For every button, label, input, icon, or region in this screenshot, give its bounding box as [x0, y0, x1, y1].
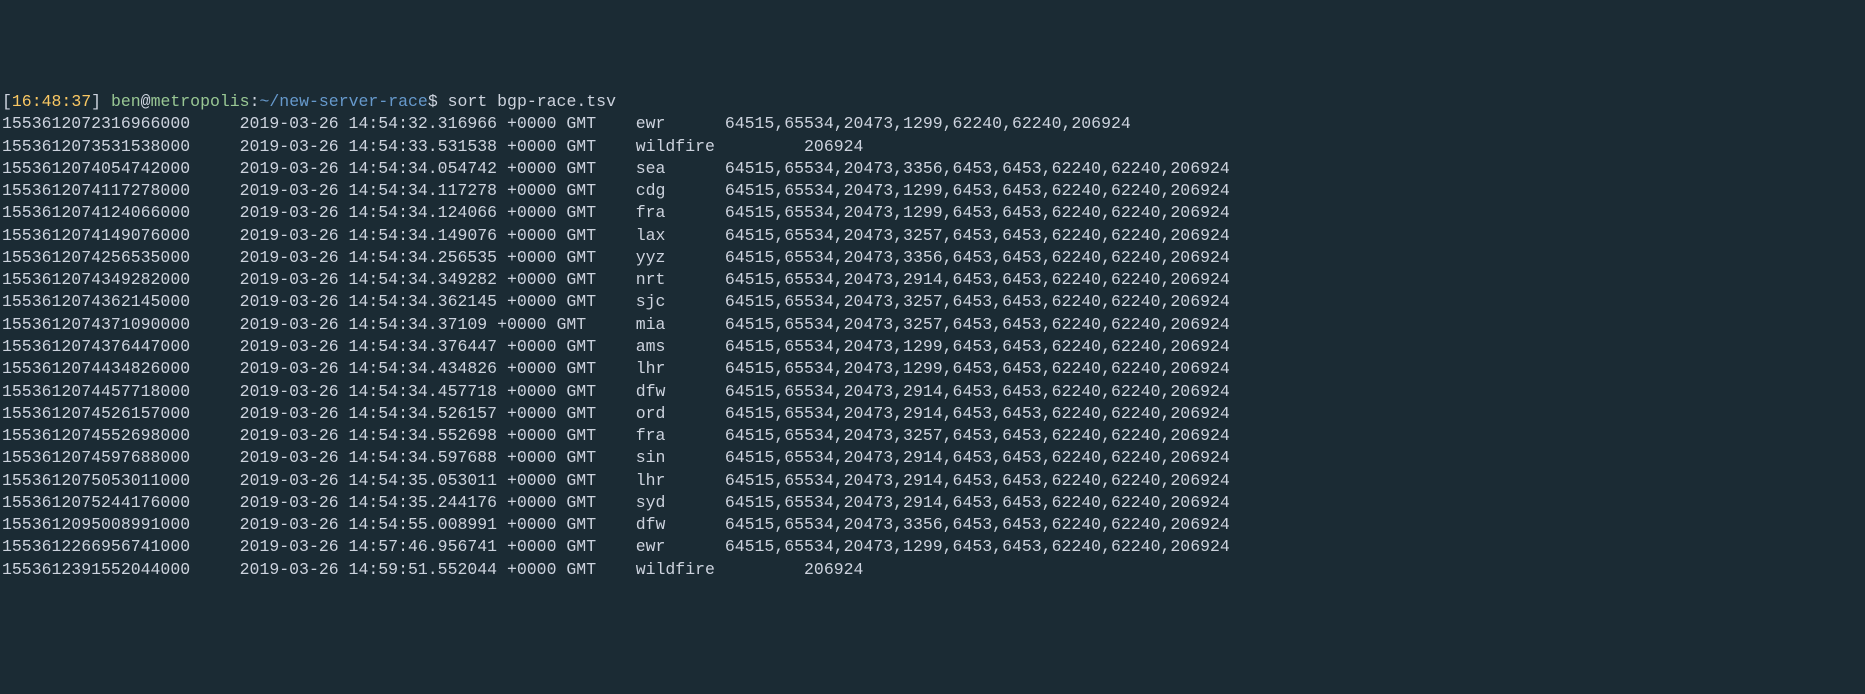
prompt-at: @: [141, 92, 151, 111]
table-row: 1553612074149076000 2019-03-26 14:54:34.…: [2, 226, 1230, 245]
table-row: 1553612074054742000 2019-03-26 14:54:34.…: [2, 159, 1230, 178]
table-row: 1553612074124066000 2019-03-26 14:54:34.…: [2, 203, 1230, 222]
table-row: 1553612074376447000 2019-03-26 14:54:34.…: [2, 337, 1230, 356]
table-row: 1553612074256535000 2019-03-26 14:54:34.…: [2, 248, 1230, 267]
bracket-close: ]: [91, 92, 111, 111]
table-row: 1553612074349282000 2019-03-26 14:54:34.…: [2, 270, 1230, 289]
table-row: 1553612074457718000 2019-03-26 14:54:34.…: [2, 382, 1230, 401]
table-row: 1553612095008991000 2019-03-26 14:54:55.…: [2, 515, 1230, 534]
prompt-symbol: $: [428, 92, 438, 111]
table-row: 1553612072316966000 2019-03-26 14:54:32.…: [2, 114, 1131, 133]
command-text: sort bgp-race.tsv: [438, 92, 616, 111]
prompt-host: metropolis: [151, 92, 250, 111]
table-row: 1553612074117278000 2019-03-26 14:54:34.…: [2, 181, 1230, 200]
output: 1553612072316966000 2019-03-26 14:54:32.…: [2, 113, 1863, 581]
prompt-colon: :: [250, 92, 260, 111]
table-row: 1553612266956741000 2019-03-26 14:57:46.…: [2, 537, 1230, 556]
table-row: 1553612391552044000 2019-03-26 14:59:51.…: [2, 560, 863, 579]
table-row: 1553612075244176000 2019-03-26 14:54:35.…: [2, 493, 1230, 512]
table-row: 1553612074362145000 2019-03-26 14:54:34.…: [2, 292, 1230, 311]
prompt-user: ben: [111, 92, 141, 111]
prompt-time: 16:48:37: [12, 92, 91, 111]
table-row: 1553612074434826000 2019-03-26 14:54:34.…: [2, 359, 1230, 378]
table-row: 1553612074371090000 2019-03-26 14:54:34.…: [2, 315, 1230, 334]
table-row: 1553612074552698000 2019-03-26 14:54:34.…: [2, 426, 1230, 445]
terminal[interactable]: [16:48:37] ben@metropolis:~/new-server-r…: [2, 91, 1863, 581]
bracket-open: [: [2, 92, 12, 111]
table-row: 1553612073531538000 2019-03-26 14:54:33.…: [2, 137, 863, 156]
table-row: 1553612074526157000 2019-03-26 14:54:34.…: [2, 404, 1230, 423]
table-row: 1553612075053011000 2019-03-26 14:54:35.…: [2, 471, 1230, 490]
prompt-path: ~/new-server-race: [260, 92, 428, 111]
table-row: 1553612074597688000 2019-03-26 14:54:34.…: [2, 448, 1230, 467]
prompt-line: [16:48:37] ben@metropolis:~/new-server-r…: [2, 92, 616, 111]
